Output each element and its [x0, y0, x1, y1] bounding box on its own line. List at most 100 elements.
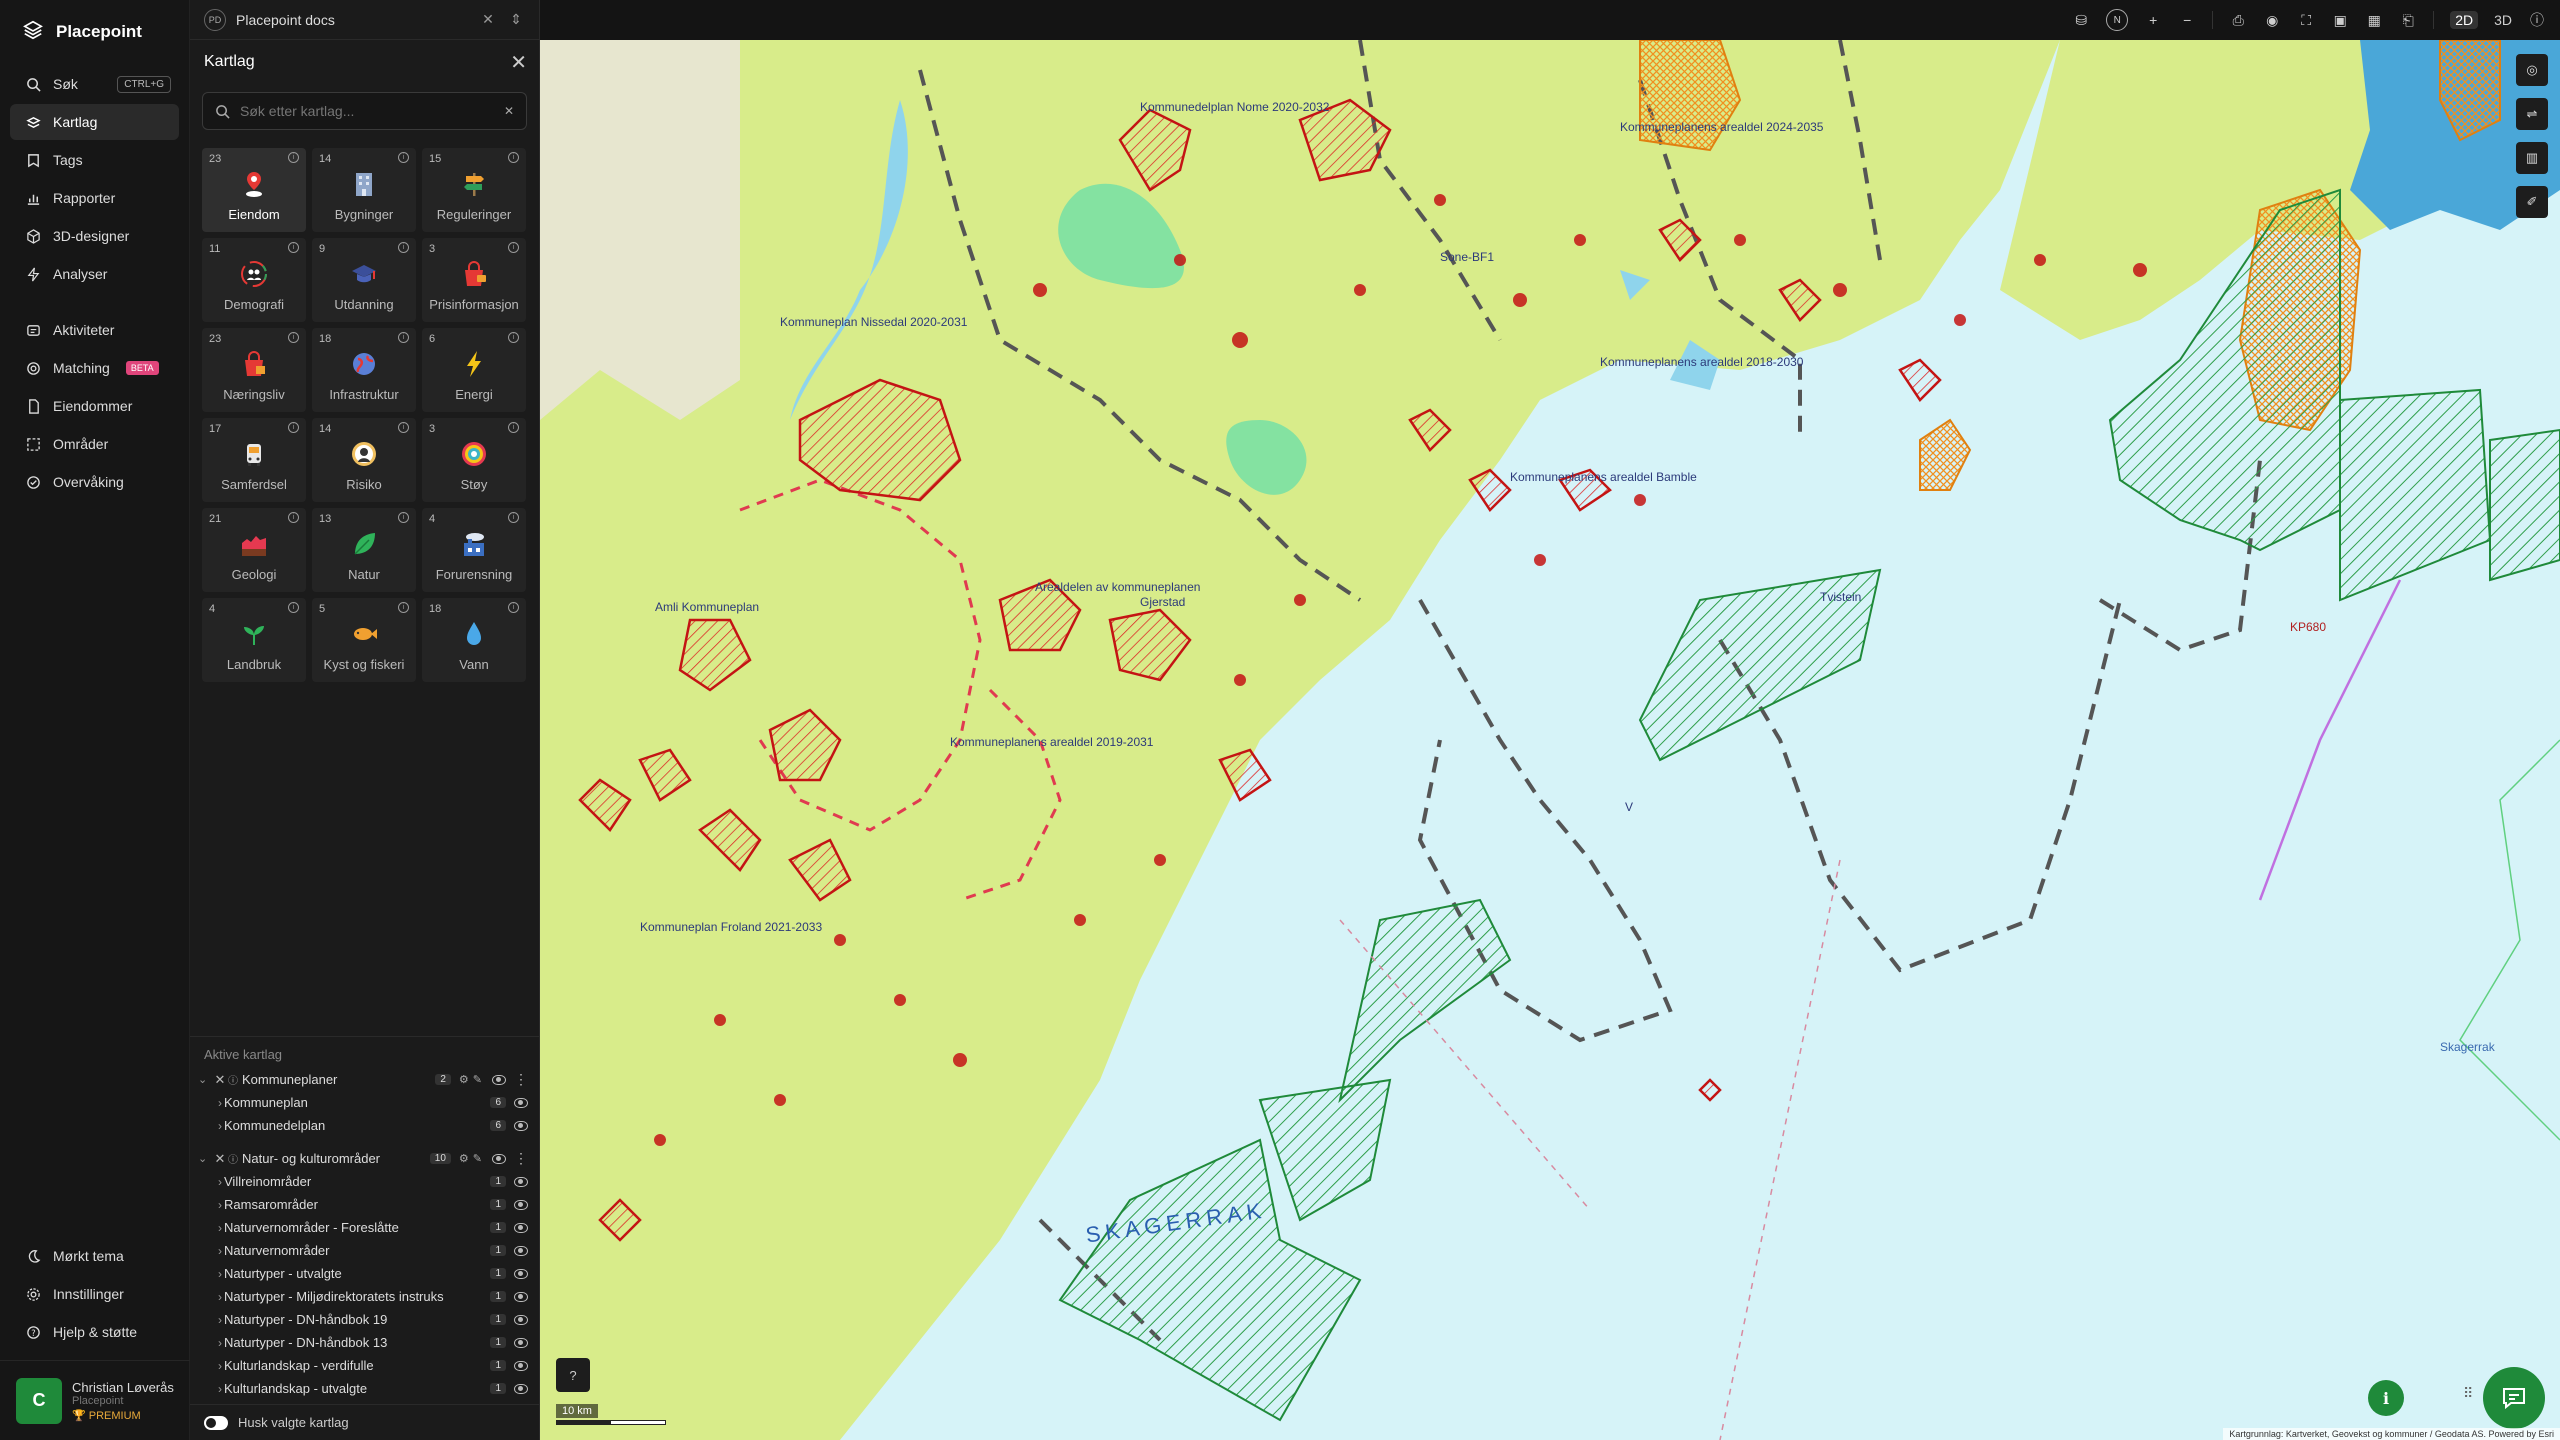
chevron-right-icon[interactable]: ›: [218, 1175, 222, 1189]
chevron-right-icon[interactable]: ›: [218, 1267, 222, 1281]
layers-tool-icon[interactable]: ◎: [2516, 54, 2548, 86]
chevron-down-icon[interactable]: ⌄: [198, 1073, 212, 1086]
fullscreen-icon[interactable]: ⛶: [2297, 11, 2315, 29]
category-geologi[interactable]: 21 i Geologi: [202, 508, 306, 592]
close-panel-icon[interactable]: ✕: [510, 50, 527, 75]
grid-icon[interactable]: ▦: [2365, 11, 2383, 29]
eye-icon[interactable]: [492, 1153, 506, 1164]
eye-icon[interactable]: [514, 1291, 528, 1302]
layer-row[interactable]: › Ramsarområder 1: [190, 1193, 540, 1216]
compass-icon[interactable]: N: [2106, 9, 2129, 31]
zoom-in-button[interactable]: +: [2144, 11, 2162, 29]
layer-row[interactable]: › Naturvernområder 1: [190, 1239, 540, 1262]
chevron-right-icon[interactable]: ›: [218, 1096, 222, 1110]
info-icon[interactable]: i: [398, 332, 409, 343]
nav-item-matching[interactable]: Matching BETA: [10, 350, 179, 386]
chat-button[interactable]: [2483, 1367, 2545, 1429]
category-stoy[interactable]: 3 i Støy: [422, 418, 526, 502]
info-icon[interactable]: i: [508, 602, 519, 613]
info-icon[interactable]: i: [288, 152, 299, 163]
info-icon[interactable]: i: [508, 422, 519, 433]
nav-item-rapporter[interactable]: Rapporter: [10, 180, 179, 216]
info-icon[interactable]: i: [398, 512, 409, 523]
measure-icon[interactable]: ⇌: [2516, 98, 2548, 130]
eye-icon[interactable]: [514, 1245, 528, 1256]
chevron-right-icon[interactable]: ›: [218, 1244, 222, 1258]
category-eiendom[interactable]: 23 i Eiendom: [202, 148, 306, 232]
info-icon[interactable]: i: [288, 602, 299, 613]
category-reguleringer[interactable]: 15 i Reguleringer: [422, 148, 526, 232]
layer-tools-icon[interactable]: ⚙✎: [459, 1073, 486, 1086]
info-icon[interactable]: i: [508, 242, 519, 253]
layers-3d-icon[interactable]: ⛁: [2072, 11, 2090, 29]
chevron-updown-icon[interactable]: ⇕: [507, 11, 525, 28]
brand[interactable]: Placepoint: [0, 0, 189, 64]
mode-3d-button[interactable]: 3D: [2494, 11, 2512, 29]
info-icon[interactable]: i: [288, 332, 299, 343]
layer-row[interactable]: › Kommuneplan 6: [190, 1091, 540, 1114]
remove-icon[interactable]: ✕: [212, 1151, 228, 1167]
layer-row[interactable]: › Naturtyper - DN-håndbok 13 1: [190, 1331, 540, 1354]
category-kyst-og-fiskeri[interactable]: 5 i Kyst og fiskeri: [312, 598, 416, 682]
info-icon[interactable]: i: [508, 332, 519, 343]
eye-icon[interactable]: [514, 1222, 528, 1233]
category-energi[interactable]: 6 i Energi: [422, 328, 526, 412]
category-vann[interactable]: 18 i Vann: [422, 598, 526, 682]
info-button[interactable]: i: [2368, 1380, 2404, 1416]
layer-row[interactable]: › Naturtyper - Miljødirektoratets instruk…: [190, 1285, 540, 1308]
eye-icon[interactable]: ◉: [2263, 11, 2281, 29]
chevron-right-icon[interactable]: ›: [218, 1336, 222, 1350]
camera-icon[interactable]: ▣: [2331, 11, 2349, 29]
nav-item-settings[interactable]: Innstillinger: [10, 1276, 180, 1312]
category-landbruk[interactable]: 4 i Landbruk: [202, 598, 306, 682]
eye-icon[interactable]: [514, 1120, 528, 1131]
map-canvas[interactable]: Kommuneplanens arealdel Bamble Arealdele…: [540, 40, 2560, 1440]
category-bygninger[interactable]: 14 i Bygninger: [312, 148, 416, 232]
print-icon[interactable]: ⎙: [2229, 11, 2247, 29]
layer-row[interactable]: › Naturtyper - DN-håndbok 19 1: [190, 1308, 540, 1331]
category-prisinformasjon[interactable]: 3 i Prisinformasjon: [422, 238, 526, 322]
remove-icon[interactable]: ✕: [212, 1072, 228, 1088]
nav-item-help[interactable]: ? Hjelp & støtte: [10, 1314, 180, 1350]
nav-item-sok[interactable]: Søk CTRL+G: [10, 66, 179, 102]
category-demografi[interactable]: 11 i Demografi: [202, 238, 306, 322]
eye-icon[interactable]: [514, 1337, 528, 1348]
chevron-right-icon[interactable]: ›: [218, 1198, 222, 1212]
eye-icon[interactable]: [514, 1360, 528, 1371]
eye-icon[interactable]: [492, 1074, 506, 1085]
category-utdanning[interactable]: 9 i Utdanning: [312, 238, 416, 322]
info-icon[interactable]: ⓘ: [228, 1151, 238, 1166]
eye-icon[interactable]: [514, 1176, 528, 1187]
drag-handle-icon[interactable]: ⠿: [2463, 1385, 2473, 1402]
draw-icon[interactable]: ✐: [2516, 186, 2548, 218]
info-icon[interactable]: i: [398, 242, 409, 253]
category-risiko[interactable]: 14 i Risiko: [312, 418, 416, 502]
info-icon[interactable]: ⓘ: [2528, 11, 2546, 29]
eye-icon[interactable]: [514, 1314, 528, 1325]
map-help-button[interactable]: ?: [556, 1358, 590, 1392]
nav-item-eiendommer[interactable]: Eiendommer: [10, 388, 179, 424]
chevron-right-icon[interactable]: ›: [218, 1119, 222, 1133]
layer-row[interactable]: › Kommunedelplan 6: [190, 1114, 540, 1137]
chevron-right-icon[interactable]: ›: [218, 1313, 222, 1327]
clear-icon[interactable]: ✕: [504, 104, 514, 118]
workspace-name[interactable]: Placepoint docs: [236, 12, 469, 28]
layer-row[interactable]: › Naturvernområder - Foreslåtte 1: [190, 1216, 540, 1239]
nav-item-tags[interactable]: Tags: [10, 142, 179, 178]
nav-item-dark-theme[interactable]: Mørkt tema: [10, 1238, 180, 1274]
mode-2d-button[interactable]: 2D: [2450, 11, 2479, 29]
chevron-right-icon[interactable]: ›: [218, 1290, 222, 1304]
layer-row[interactable]: › Naturtyper - utvalgte 1: [190, 1262, 540, 1285]
zoom-out-button[interactable]: −: [2178, 11, 2196, 29]
layer-row[interactable]: › Kulturlandskap - verdifulle 1: [190, 1354, 540, 1377]
chevron-right-icon[interactable]: ›: [218, 1221, 222, 1235]
more-icon[interactable]: ⋮: [514, 1071, 528, 1088]
layer-row[interactable]: › Kulturlandskap - utvalgte 1: [190, 1377, 540, 1400]
layer-row[interactable]: › Villreinområder 1: [190, 1170, 540, 1193]
category-natur[interactable]: 13 i Natur: [312, 508, 416, 592]
nav-item-aktiviteter[interactable]: Aktiviteter: [10, 312, 179, 348]
bookmark-icon[interactable]: ⎗: [2399, 11, 2417, 29]
eye-icon[interactable]: [514, 1199, 528, 1210]
layer-tools-icon[interactable]: ⚙✎: [459, 1152, 486, 1165]
remember-toggle[interactable]: [204, 1415, 228, 1430]
